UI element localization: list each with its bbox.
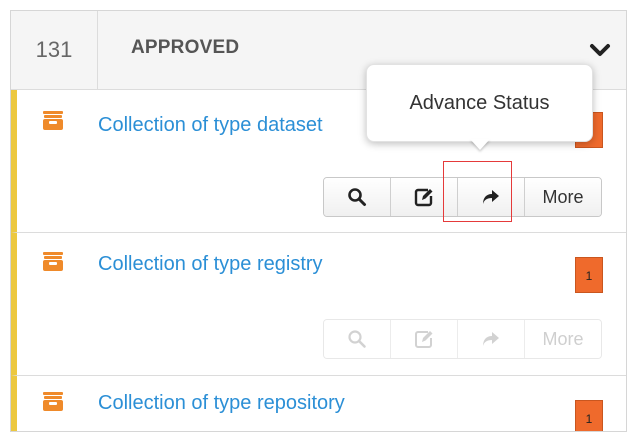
advance-status-tooltip: Advance Status — [366, 64, 593, 142]
edit-icon — [415, 331, 433, 348]
search-icon — [348, 330, 366, 348]
more-button[interactable]: More — [525, 178, 601, 216]
view-button[interactable] — [324, 178, 391, 216]
collection-title-link[interactable]: Collection of type repository — [98, 392, 345, 415]
edit-button[interactable] — [391, 320, 458, 358]
collection-icon — [43, 111, 63, 130]
more-button[interactable]: More — [525, 320, 601, 358]
action-button-group: More — [323, 319, 602, 359]
approved-count: 131 — [11, 11, 98, 89]
count-badge: 1 — [575, 400, 603, 431]
advance-status-highlight — [443, 161, 512, 222]
search-icon — [348, 188, 366, 206]
list-item: Collection of type registry 1 More — [11, 233, 626, 376]
view-button[interactable] — [324, 320, 391, 358]
collection-title-link[interactable]: Collection of type registry — [98, 253, 323, 276]
tooltip-arrow — [470, 139, 490, 150]
collection-title-link[interactable]: Collection of type dataset — [98, 114, 323, 137]
chevron-down-icon[interactable] — [589, 39, 611, 61]
list-item: Collection of type repository 1 — [11, 376, 626, 431]
count-badge: 1 — [575, 257, 603, 293]
status-label: APPROVED — [131, 37, 240, 58]
collection-icon — [43, 252, 63, 271]
advance-status-button[interactable] — [458, 320, 525, 358]
edit-icon — [414, 188, 433, 207]
share-arrow-icon — [483, 332, 499, 346]
collection-icon — [43, 392, 63, 411]
